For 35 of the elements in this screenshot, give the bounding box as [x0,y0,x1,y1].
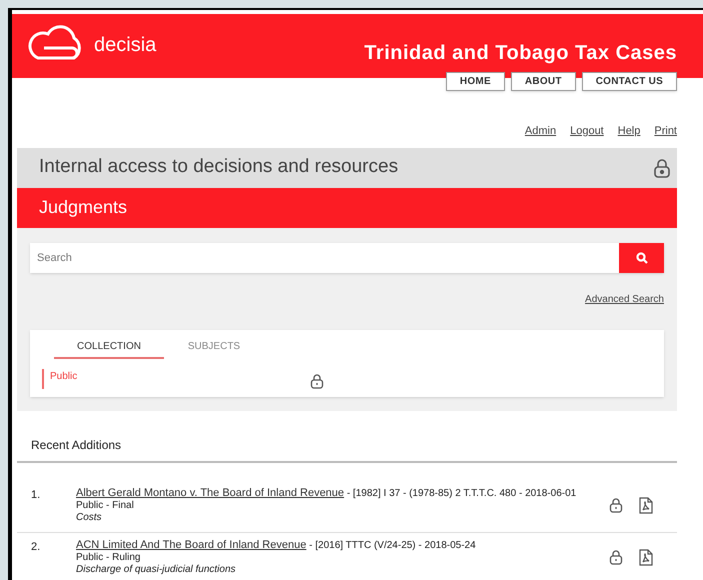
tab[interactable]: COLLECTION [54,336,164,358]
logo-text: decisia [94,33,156,58]
item-number: 1. [31,488,42,502]
advanced-search-link[interactable]: Advanced Search [585,292,664,306]
nav-button[interactable]: ABOUT [510,72,576,91]
header-link[interactable]: Logout [570,123,604,140]
search-button[interactable] [619,242,664,272]
lock-icon [653,158,671,178]
item-heading: ACN Limited And The Board of Inland Revenue - [2016] TTTC (V/24-25) - 2018-05-24 [76,538,477,552]
item-number: 2. [31,540,42,554]
item-subject: Costs [76,512,103,524]
search-field[interactable]: Search [30,242,619,272]
section-heading: Recent Additions [31,438,122,452]
collection-item[interactable]: Public [42,368,310,388]
item-status: Public - Final [76,500,135,512]
site-title: Trinidad and Tobago Tax Cases [364,41,677,66]
lock-icon [310,372,324,388]
lock-icon [609,497,623,513]
header-link[interactable]: Print [654,123,677,140]
item-status: Public - Ruling [76,552,142,564]
item-subject: Discharge of quasi-judicial functions [76,564,237,576]
lock-icon [609,549,623,565]
pdf-icon[interactable] [639,496,653,514]
item-heading: Albert Gerald Montano v. The Board of Inland Revenue - [1982] I 37 - (1978-85) 2 T.T.T.C. 480 - 2018-06-01 [76,486,578,500]
search-icon [636,252,648,264]
panel-title: Internal access to decisions and resources [39,155,398,180]
nav-button[interactable]: HOME [446,72,505,91]
tab[interactable]: SUBJECTS [164,336,264,358]
decision-link[interactable]: ACN Limited And The Board of Inland Revenue [76,538,306,550]
header-link[interactable]: Help [618,123,640,140]
decision-link[interactable]: Albert Gerald Montano v. The Board of Inland Revenue [76,486,344,498]
pdf-icon[interactable] [639,548,653,566]
section-title: Judgments [39,196,128,219]
header-link[interactable]: Admin [524,123,556,140]
nav-button[interactable]: CONTACT US [582,72,677,91]
